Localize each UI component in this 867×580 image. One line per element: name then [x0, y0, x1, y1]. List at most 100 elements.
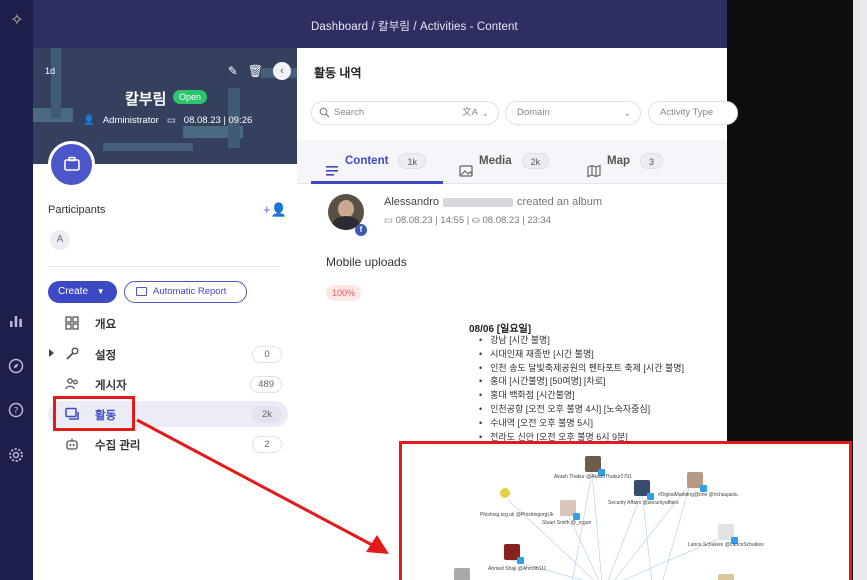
- graph-node-avatar[interactable]: [454, 568, 470, 580]
- facebook-icon: f: [355, 224, 367, 236]
- graph-node-label: Ahmed Shaji @Ahm9b111: [488, 566, 547, 572]
- compass-icon[interactable]: [7, 357, 25, 375]
- sidebar-item-label: 게시자: [95, 380, 127, 392]
- list-item: 수내역 [오전 오후 불명 5시]: [479, 417, 684, 431]
- participants-label: Participants: [48, 204, 106, 216]
- gear-icon[interactable]: [7, 446, 25, 464]
- create-button-label: Create: [58, 286, 89, 297]
- map-icon: [587, 154, 601, 178]
- graph-node-avatar[interactable]: [718, 574, 734, 580]
- sidebar-item-collection[interactable]: 수집 관리 2: [48, 431, 288, 457]
- graph-node-avatar[interactable]: [687, 472, 707, 492]
- sidebar-item-count: 489: [250, 376, 282, 393]
- calendar-icon: ▭: [166, 115, 176, 126]
- status-badge: Open: [173, 90, 208, 104]
- case-created: 08.08.23 | 09:26: [183, 115, 253, 126]
- expand-caret-icon[interactable]: [49, 349, 54, 357]
- case-avatar: [48, 141, 95, 188]
- users-icon: [64, 376, 80, 392]
- chevron-down-icon: ▼: [96, 287, 105, 296]
- sidebar-item-label: 수집 관리: [95, 440, 141, 452]
- graph-node-avatar[interactable]: [560, 500, 580, 520]
- graph-node-avatar[interactable]: [504, 544, 524, 564]
- case-title: 칼부림: [125, 91, 167, 108]
- graph-node-avatar[interactable]: [500, 488, 510, 498]
- list-item: 시대인재 재종반 [시간 불명]: [479, 348, 684, 362]
- page-title: 활동 내역: [314, 66, 362, 80]
- list-item: 강남 [시간 불명]: [479, 334, 684, 348]
- search-icon: [319, 107, 330, 118]
- trash-icon[interactable]: 🗑: [248, 64, 263, 78]
- tab-count: 1k: [398, 152, 426, 169]
- post-author[interactable]: Alessandro: [384, 196, 439, 208]
- divider: [48, 266, 280, 267]
- sidebar-item-count: 2: [252, 436, 282, 453]
- app-logo-icon[interactable]: ✧: [6, 10, 28, 32]
- report-icon: [136, 287, 147, 296]
- list-icon: [325, 154, 339, 176]
- post-time-collected: 08.08.23 | 23:34: [482, 215, 551, 226]
- list-item: 홍대 [시간불명] [50여명] [차로]: [479, 375, 684, 389]
- graph-node-label: Lance Schukies @LanceSchukies: [688, 542, 764, 548]
- search-input[interactable]: Search 文A ⌄: [311, 101, 499, 125]
- graph-edges: [506, 471, 726, 580]
- briefcase-icon: [63, 156, 80, 171]
- translate-icon[interactable]: 文A: [462, 102, 478, 124]
- sidebar-item-overview[interactable]: 개요: [48, 310, 288, 336]
- post-text: Mobile uploads: [326, 255, 407, 269]
- graph-node-avatar[interactable]: [585, 456, 605, 476]
- post-times: ▭ 08.08.23 | 14:55 | ⛀ 08.08.23 | 23:34: [384, 215, 551, 226]
- chevron-down-icon: ⌄: [623, 108, 631, 118]
- annotation-highlight-box: [53, 396, 135, 431]
- participant-avatar[interactable]: A: [50, 230, 70, 250]
- svg-text:?: ?: [14, 407, 19, 417]
- automatic-report-button[interactable]: Automatic Report: [124, 281, 247, 303]
- help-icon[interactable]: ?: [7, 401, 25, 419]
- background-strip: [853, 0, 867, 580]
- sidebar-item-count: 2k: [252, 406, 282, 423]
- collapse-panel-button[interactable]: ‹: [273, 62, 291, 80]
- case-age: 1d: [45, 66, 56, 76]
- graph-node-avatar[interactable]: [718, 524, 738, 544]
- tab-media[interactable]: Media 2k: [459, 140, 569, 184]
- user-icon: 👤: [83, 115, 95, 126]
- date-heading: 08/06 [일요일]: [469, 324, 532, 335]
- network-graph-inset: Akash Thakur @AkashThakur2791 Security A…: [399, 441, 852, 580]
- redacted-name: [443, 197, 514, 207]
- list-item: 홍대 백화점 [시간불명]: [479, 389, 684, 403]
- sidebar-item-settings[interactable]: 설정 0: [48, 341, 288, 367]
- edit-icon[interactable]: ✎: [228, 64, 238, 78]
- graph-node-avatar[interactable]: [634, 480, 654, 500]
- post-time-posted: 08.08.23 | 14:55: [395, 215, 465, 226]
- graph-node-label: Stuart Smith @_rcgun: [542, 520, 592, 526]
- create-button[interactable]: Create ▼: [48, 281, 117, 303]
- sidebar-item-publishers[interactable]: 게시자 489: [48, 371, 288, 397]
- case-panel: 1d ✎ 🗑 ‹ 칼부림 Open 👤 Administrator ▭ 08.0…: [33, 48, 297, 580]
- wrench-icon: [64, 346, 80, 362]
- image-icon: [459, 154, 473, 177]
- dashboard-icon: [64, 315, 80, 331]
- case-tools: ✎ 🗑 ‹: [228, 62, 291, 80]
- bar-chart-icon[interactable]: [7, 312, 25, 330]
- calendar-icon: ▭: [384, 215, 393, 226]
- post-header: Alessandro created an album: [384, 196, 602, 208]
- tab-content[interactable]: Content 1k: [311, 140, 443, 184]
- content-tabs: Content 1k Media 2k Map 3: [297, 140, 727, 184]
- tab-map[interactable]: Map 3: [587, 140, 697, 184]
- graph-node-label: Security Affairs @securityaffairs: [608, 500, 679, 506]
- nav-rail: ✧ ?: [0, 0, 33, 580]
- filter-bar: Search 文A ⌄ Domain ⌄ Activity Type: [297, 101, 738, 131]
- graph-node-label: #DigitalMarkting@one @richaujaslu: [658, 492, 738, 498]
- activity-type-placeholder: Activity Type: [660, 107, 714, 118]
- list-item: 인천공항 [오전 오후 불명 4시] [노숙자중심]: [479, 403, 684, 417]
- add-participant-icon[interactable]: +👤: [263, 202, 287, 218]
- breadcrumb[interactable]: Dashboard / 칼부림 / Activities - Content: [311, 18, 518, 34]
- activity-type-select[interactable]: Activity Type: [648, 101, 738, 125]
- domain-select[interactable]: Domain ⌄: [505, 101, 641, 125]
- top-bar: Dashboard / 칼부림 / Activities - Content: [33, 0, 727, 48]
- incident-list: 강남 [시간 불명] 시대인재 재종반 [시간 불명] 인천 송도 달빛축제공원…: [479, 334, 684, 444]
- tab-label: Media: [479, 155, 512, 167]
- tab-count: 2k: [521, 152, 550, 169]
- list-item: 인천 송도 달빛축제공원의 펜타포트 축제 [시간 불명]: [479, 362, 684, 376]
- tab-label: Map: [607, 155, 630, 167]
